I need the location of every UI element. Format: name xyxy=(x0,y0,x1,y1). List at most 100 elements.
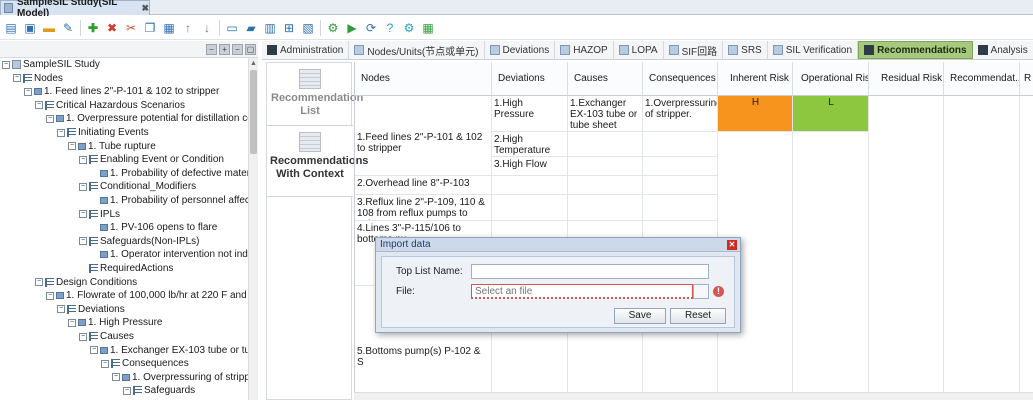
play-icon[interactable]: ▶ xyxy=(343,19,361,37)
tree-node[interactable]: 1. Probability of personnel affecter xyxy=(90,194,248,207)
filter-icon[interactable]: ⊞ xyxy=(280,19,298,37)
tree-node[interactable]: − Enabling Event or Condition xyxy=(79,153,224,166)
settings-icon[interactable]: ⚙ xyxy=(400,19,418,37)
collapse-toggle-icon[interactable]: − xyxy=(35,101,43,110)
grid-cell-empty[interactable] xyxy=(643,176,718,195)
collapse-toggle-icon[interactable]: − xyxy=(35,278,43,287)
grid-cell-empty[interactable] xyxy=(643,195,718,221)
tree-node[interactable]: − Critical Hazardous Scenarios xyxy=(35,99,185,112)
export-icon[interactable]: ▰ xyxy=(242,19,260,37)
grid-cell-consequence[interactable]: 1.Overpressuring of stripper. xyxy=(643,96,718,132)
tree-node[interactable]: 1. PV-106 opens to flare xyxy=(90,221,217,234)
column-header-consequences[interactable]: Consequences xyxy=(643,62,718,96)
tree-node[interactable]: − Causes xyxy=(79,330,134,343)
module-tab-deviations[interactable]: Deviations xyxy=(485,41,556,59)
tree-node[interactable]: − Consequences xyxy=(101,357,189,370)
column-header-nodes[interactable]: Nodes xyxy=(355,62,492,96)
excel-icon[interactable]: ▦ xyxy=(419,19,437,37)
module-tab-lopa[interactable]: LOPA xyxy=(614,41,664,59)
tree-node[interactable]: − Safeguards xyxy=(123,384,195,397)
collapse-toggle-icon[interactable]: − xyxy=(123,386,131,395)
maximize-panel-icon[interactable]: ▢ xyxy=(245,43,256,55)
grid-cell-deviation[interactable]: 2.High Temperature xyxy=(492,132,568,157)
grid-cell-empty[interactable] xyxy=(568,157,643,176)
collapse-toggle-icon[interactable]: − xyxy=(2,60,10,69)
grid-horizontal-scrollbar[interactable] xyxy=(354,392,1033,400)
collapse-toggle-icon[interactable]: − xyxy=(68,318,76,327)
tree-node[interactable]: − 1. Overpressure potential for distillat… xyxy=(46,112,248,125)
column-header-r[interactable]: R xyxy=(1020,62,1033,96)
refresh-icon[interactable]: ⟳ xyxy=(362,19,380,37)
tree-node[interactable]: − 1. Overpressuring of strippe xyxy=(112,371,248,384)
copy-icon[interactable]: ❐ xyxy=(141,19,159,37)
collapse-toggle-icon[interactable]: − xyxy=(79,155,87,164)
tree-node[interactable]: 1. Probability of defective material xyxy=(90,167,248,180)
top-list-name-input[interactable] xyxy=(471,264,709,279)
grid-cell-inherent-risk[interactable]: H xyxy=(718,96,793,132)
expand-all-icon[interactable]: + xyxy=(219,43,230,55)
browse-file-button[interactable] xyxy=(693,284,709,299)
tree-node[interactable]: − Design Conditions xyxy=(35,276,137,289)
tree-icon[interactable]: ▤ xyxy=(2,19,20,37)
grid-cell-deviation[interactable]: 1.High Pressure xyxy=(492,96,568,132)
collapse-toggle-icon[interactable]: − xyxy=(46,291,54,300)
tree-node[interactable]: − Safeguards(Non-IPLs) xyxy=(79,235,200,248)
grid-cell-empty[interactable] xyxy=(869,96,944,400)
module-tab-administration[interactable]: Administration xyxy=(262,41,350,59)
document-tab[interactable]: SampleSIL Study(SIL Model) ✖ xyxy=(0,0,150,19)
tree-node[interactable]: RequiredActions xyxy=(79,262,173,275)
grid-cell-empty[interactable] xyxy=(568,176,643,195)
grid-cell-empty[interactable] xyxy=(643,132,718,157)
edit-icon[interactable]: ✎ xyxy=(59,19,77,37)
tree-node[interactable]: − Initiating Events xyxy=(57,126,149,139)
grid-cell-empty[interactable] xyxy=(568,195,643,221)
column-header-inherent-risk[interactable]: Inherent Risk xyxy=(718,62,793,96)
module-tab-srs[interactable]: SRS xyxy=(723,41,768,59)
grid-cell-node[interactable]: 3.Reflux line 2"-P-109, 110 & 108 from r… xyxy=(355,195,492,221)
import-icon[interactable]: ▭ xyxy=(223,19,241,37)
collapse-toggle-icon[interactable]: − xyxy=(46,114,54,123)
column-header-recommendations[interactable]: Recommendat... xyxy=(944,62,1020,96)
collapse-toggle-icon[interactable]: − xyxy=(24,87,32,96)
nav-recommendation-list[interactable]: Recommendation List xyxy=(267,69,363,121)
close-icon[interactable]: ✖ xyxy=(141,3,149,14)
tree-node[interactable]: − Deviations xyxy=(57,303,125,316)
collapse-toggle-icon[interactable]: − xyxy=(79,210,87,219)
up-icon[interactable]: ↑ xyxy=(179,19,197,37)
collapse-toggle-icon[interactable]: − xyxy=(57,305,65,314)
save-icon[interactable]: ▣ xyxy=(21,19,39,37)
column-header-deviations[interactable]: Deviations xyxy=(492,62,568,96)
tree-node[interactable]: − IPLs xyxy=(79,208,120,221)
chart-icon[interactable]: ▧ xyxy=(299,19,317,37)
grid-cell-empty[interactable] xyxy=(944,96,1020,400)
tree-node[interactable]: − Conditional_Modifiers xyxy=(79,180,196,193)
add-icon[interactable]: ✚ xyxy=(84,19,102,37)
tree-node[interactable]: − 1. Feed lines 2"-P-101 & 102 to strippe… xyxy=(24,85,219,98)
grid-cell-empty[interactable] xyxy=(492,176,568,195)
grid-cell-empty[interactable] xyxy=(568,132,643,157)
tree-node[interactable]: − 1. High Pressure xyxy=(68,316,162,329)
module-tab-analysis[interactable]: Analysis xyxy=(973,41,1033,59)
scroll-up-icon[interactable]: ▲ xyxy=(250,60,257,67)
module-tab-sil-verification[interactable]: SIL Verification xyxy=(768,41,859,59)
tree-node[interactable]: − SampleSIL Study xyxy=(2,58,100,71)
tree-node[interactable]: − 1. Tube rupture xyxy=(68,140,156,153)
folder-icon[interactable]: ▬ xyxy=(40,19,58,37)
collapse-toggle-icon[interactable]: − xyxy=(90,346,98,355)
module-tab-nodes-units[interactable]: Nodes/Units(节点或单元) xyxy=(349,41,485,59)
collapse-toggle-icon[interactable]: − xyxy=(79,237,87,246)
module-tab-recommendations[interactable]: Recommendations xyxy=(858,41,973,59)
collapse-toggle-icon[interactable]: − xyxy=(68,142,76,151)
collapse-all-icon[interactable]: − xyxy=(206,43,217,55)
tree-node[interactable]: − 1. Exchanger EX-103 tube or tube xyxy=(90,344,248,357)
collapse-toggle-icon[interactable]: − xyxy=(57,128,65,137)
grid-cell-node[interactable]: 2.Overhead line 8"-P-103 xyxy=(355,176,492,195)
minimize-panel-icon[interactable]: − xyxy=(232,43,243,55)
tree-scroll-thumb[interactable] xyxy=(250,70,257,154)
save-button[interactable]: Save xyxy=(614,308,666,324)
grid-cell-empty[interactable] xyxy=(1020,96,1033,400)
delete-icon[interactable]: ✖ xyxy=(103,19,121,37)
help-icon[interactable]: ? xyxy=(381,19,399,37)
run-icon[interactable]: ⚙ xyxy=(324,19,342,37)
grid-cell-empty[interactable] xyxy=(643,157,718,176)
